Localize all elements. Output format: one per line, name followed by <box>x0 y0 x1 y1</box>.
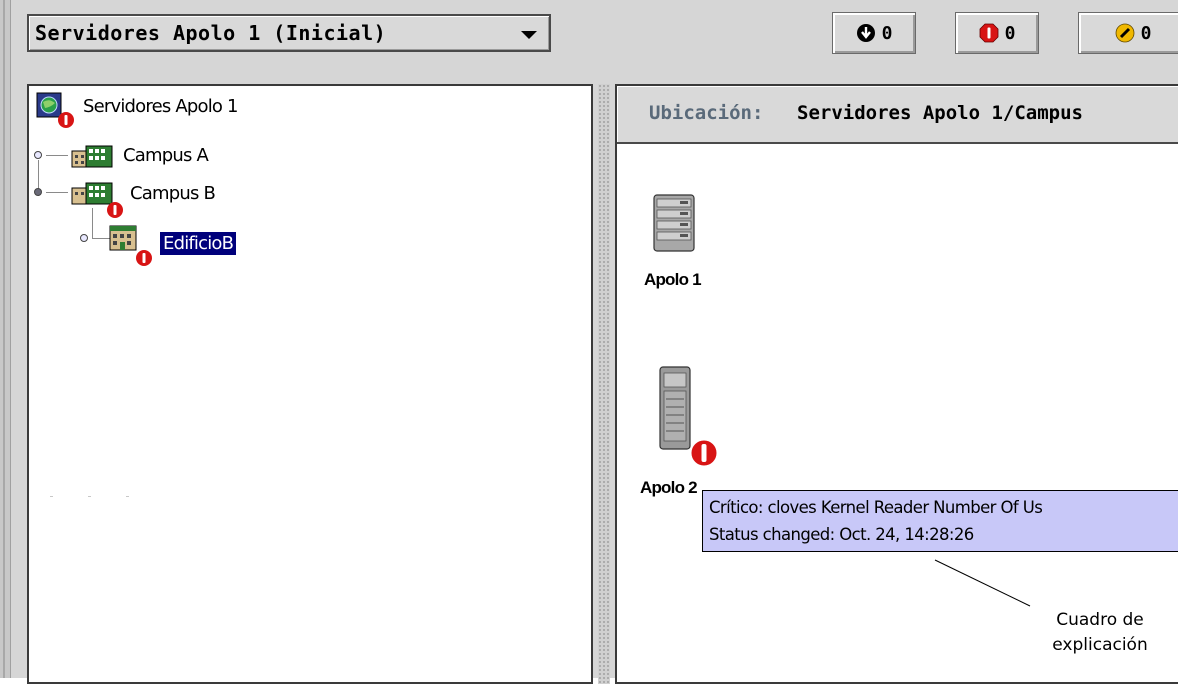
callout-text-line-1: Cuadro de <box>1056 610 1144 630</box>
app-window: Servidores Apolo 1 (Inicial) 0 0 0 Servi… <box>0 0 1178 684</box>
callout-text-line-2: explicación <box>1052 635 1148 655</box>
callout-leader-line <box>934 559 1031 607</box>
